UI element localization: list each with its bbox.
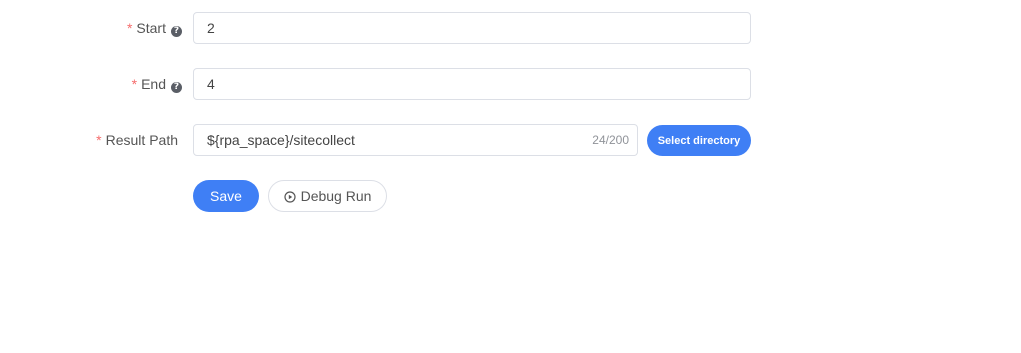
required-mark: *	[131, 76, 138, 92]
result-path-input-wrapper: 24/200	[193, 124, 638, 156]
char-counter: 24/200	[592, 133, 629, 147]
form-row-result-path: *Result Path 24/200 Select directory	[0, 124, 760, 156]
end-input[interactable]	[194, 69, 750, 99]
required-mark: *	[126, 20, 133, 36]
required-mark: *	[96, 132, 102, 148]
question-circle-icon[interactable]: ?	[171, 26, 182, 37]
result-path-label-text: Result Path	[105, 132, 178, 148]
start-label: * Start?	[127, 12, 182, 44]
start-input-wrapper	[193, 12, 751, 44]
start-input[interactable]	[194, 13, 750, 43]
start-label-text: Start	[136, 20, 166, 36]
play-circle-icon	[283, 190, 296, 203]
question-circle-icon[interactable]: ?	[171, 82, 182, 93]
debug-run-button[interactable]: Debug Run	[268, 180, 387, 212]
end-input-wrapper	[193, 68, 751, 100]
save-button[interactable]: Save	[193, 180, 259, 212]
debug-run-label: Debug Run	[300, 188, 372, 204]
result-path-input[interactable]	[194, 125, 637, 155]
select-directory-button[interactable]: Select directory	[647, 125, 751, 156]
result-path-label: * Result Path	[96, 124, 178, 156]
end-label-text: End	[141, 76, 166, 92]
end-label: * End?	[132, 68, 182, 100]
form-row-start: * Start?	[0, 12, 760, 44]
form-row-end: * End?	[0, 68, 760, 100]
